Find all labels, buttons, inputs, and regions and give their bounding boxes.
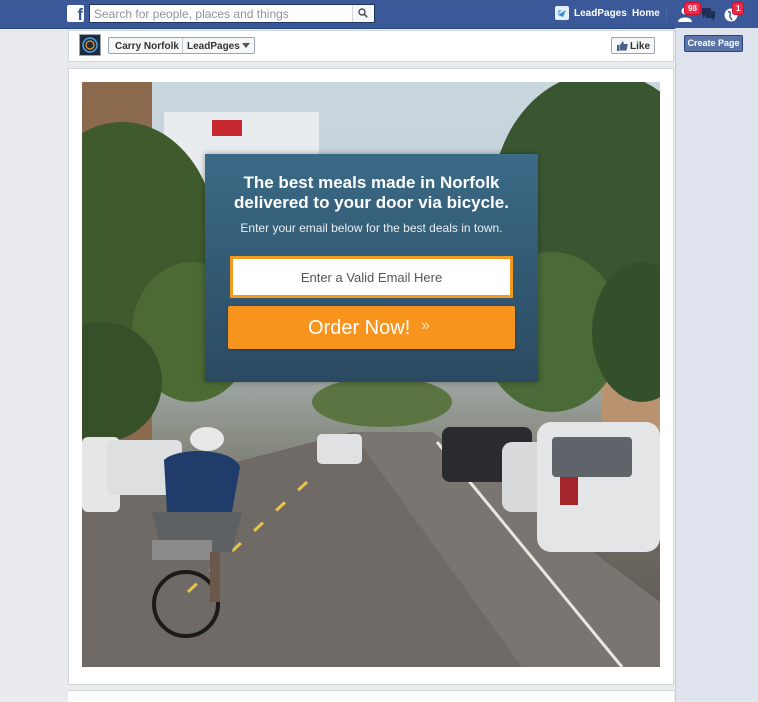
- order-now-button[interactable]: Order Now! »: [228, 306, 515, 349]
- notifications-badge: 1: [732, 2, 745, 15]
- like-button[interactable]: Like: [611, 37, 655, 54]
- facebook-logo-icon[interactable]: f: [67, 5, 84, 22]
- next-feed-item: [68, 690, 674, 702]
- messages-icon: [702, 8, 715, 21]
- page-nav-link[interactable]: LeadPages: [574, 8, 627, 19]
- optin-headline: The best meals made in Norfolk delivered…: [205, 173, 538, 213]
- app-name[interactable]: LeadPages: [187, 41, 240, 52]
- search-box: [89, 4, 375, 23]
- search-icon: [358, 8, 368, 18]
- search-button[interactable]: [352, 5, 374, 22]
- right-rail: [675, 28, 758, 701]
- messages-button[interactable]: [699, 5, 717, 23]
- email-input[interactable]: [233, 259, 510, 295]
- optin-subheadline: Enter your email below for the best deal…: [240, 221, 503, 235]
- nav-divider: [666, 6, 667, 22]
- home-link[interactable]: Home: [632, 8, 660, 19]
- leadpages-logo-icon: [555, 6, 569, 20]
- headline-line-1: The best meals made in Norfolk: [243, 173, 500, 192]
- page-avatar[interactable]: [79, 34, 101, 56]
- nav-divider: [627, 6, 628, 22]
- page-app-breadcrumb[interactable]: Carry Norfolk LeadPages: [108, 37, 255, 54]
- double-chevron-right-icon: »: [421, 317, 430, 334]
- optin-form-panel: The best meals made in Norfolk delivered…: [205, 154, 538, 382]
- order-now-label: Order Now!: [308, 317, 411, 339]
- breadcrumb-divider: [182, 38, 183, 53]
- page-name[interactable]: Carry Norfolk: [115, 41, 179, 52]
- create-page-button[interactable]: Create Page: [684, 35, 743, 52]
- chevron-down-icon[interactable]: [242, 43, 250, 48]
- thumbs-up-icon: [617, 41, 628, 51]
- email-field-wrapper: [230, 256, 513, 298]
- headline-line-2: delivered to your door via bicycle.: [234, 193, 509, 212]
- like-label: Like: [630, 41, 651, 52]
- search-input[interactable]: [90, 5, 349, 23]
